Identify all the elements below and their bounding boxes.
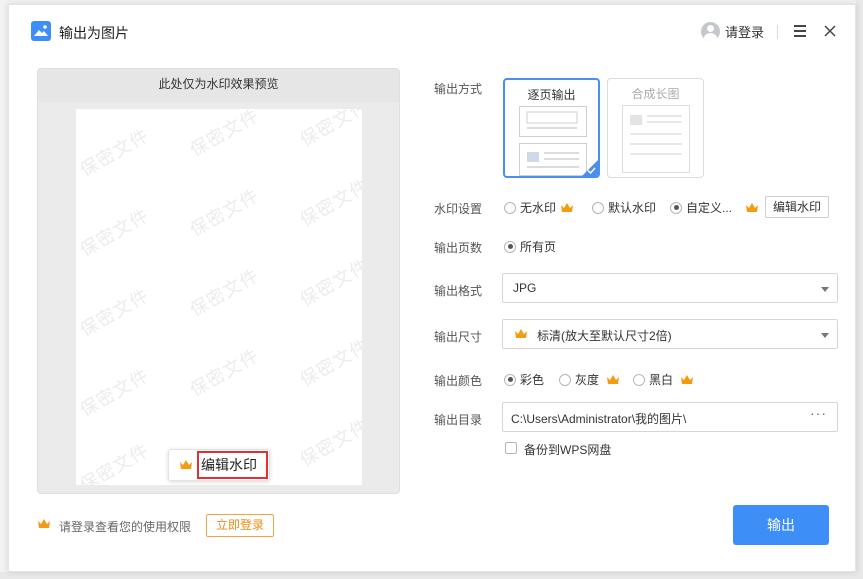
color-option-bw[interactable]: 黑白 xyxy=(633,371,694,388)
output-format-label: 输出格式 xyxy=(434,284,483,298)
output-mode-per-page-label: 逐页输出 xyxy=(527,88,576,102)
watermark-text: 保密文件 xyxy=(76,205,153,261)
watermark-option-default[interactable]: 默认水印 xyxy=(592,199,656,216)
output-size-value: 标清(放大至默认尺寸2倍) xyxy=(537,329,672,343)
permission-hint: 请登录查看您的使用权限 xyxy=(59,520,192,534)
login-label: 请登录 xyxy=(725,24,765,40)
output-mode-label: 输出方式 xyxy=(434,82,483,96)
backup-wps-checkbox[interactable] xyxy=(505,442,517,454)
image-app-icon xyxy=(31,21,51,41)
login-link[interactable]: 请登录 xyxy=(701,21,764,41)
output-size-label: 输出尺寸 xyxy=(434,330,483,344)
background-window-edge-bottom xyxy=(0,572,863,579)
color-option-gray[interactable]: 灰度 xyxy=(559,371,620,388)
crown-icon xyxy=(681,374,694,384)
radio-button-selected[interactable] xyxy=(504,373,516,386)
radio-button[interactable] xyxy=(559,373,571,386)
watermark-text: 保密文件 xyxy=(76,125,153,181)
watermark-text: 保密文件 xyxy=(76,440,153,485)
watermark-text: 保密文件 xyxy=(296,109,362,151)
edit-watermark-preview-label: 编辑水印 xyxy=(197,451,268,479)
output-directory-label: 输出目录 xyxy=(434,413,483,427)
radio-button-selected[interactable] xyxy=(670,201,682,214)
output-pages-label: 输出页数 xyxy=(434,241,483,255)
output-mode-per-page[interactable]: 逐页输出 xyxy=(503,78,600,178)
dropdown-caret-icon xyxy=(821,287,829,292)
output-size-select[interactable]: 标清(放大至默认尺寸2倍) xyxy=(502,319,838,349)
close-icon[interactable] xyxy=(822,23,838,39)
crown-icon xyxy=(515,329,527,338)
watermark-text: 保密文件 xyxy=(76,285,153,341)
long-image-illustration xyxy=(622,105,690,173)
watermark-text: 保密文件 xyxy=(296,335,362,391)
radio-button[interactable] xyxy=(633,373,645,386)
preview-header: 此处仅为水印效果预览 xyxy=(38,69,399,102)
preview-page: 保密文件 保密文件 保密文件 保密文件 保密文件 保密文件 保密文件 保密文件 … xyxy=(76,109,362,485)
crown-icon xyxy=(561,202,574,212)
export-image-dialog: 输出为图片 请登录 此处仅为水印效果预览 保密文件 保密文件 保密文件 保密文件… xyxy=(8,4,856,572)
watermark-text: 保密文件 xyxy=(186,345,263,401)
pages-option-all[interactable]: 所有页 xyxy=(504,238,556,255)
crown-icon xyxy=(38,519,50,528)
output-mode-long-image[interactable]: 合成长图 xyxy=(607,78,704,178)
crown-icon xyxy=(746,202,759,212)
radio-button[interactable] xyxy=(504,201,516,214)
edit-watermark-button[interactable]: 编辑水印 xyxy=(765,196,829,218)
watermark-text: 保密文件 xyxy=(76,365,153,421)
background-window-edge xyxy=(856,0,863,579)
output-directory-field[interactable]: C:\Users\Administrator\我的图片\ ··· xyxy=(502,402,838,432)
output-mode-long-image-label: 合成长图 xyxy=(631,87,680,101)
watermark-text: 保密文件 xyxy=(186,109,263,161)
edit-watermark-preview-button[interactable]: 编辑水印 xyxy=(168,449,270,481)
crown-icon xyxy=(607,374,620,384)
color-option-bw-label: 黑白 xyxy=(649,373,674,387)
output-directory-path: C:\Users\Administrator\我的图片\ xyxy=(511,412,687,426)
login-now-button[interactable]: 立即登录 xyxy=(206,514,274,537)
color-option-gray-label: 灰度 xyxy=(575,373,600,387)
titlebar-divider xyxy=(777,25,778,39)
watermark-setting-label: 水印设置 xyxy=(434,202,483,216)
watermark-option-none-label: 无水印 xyxy=(520,201,557,215)
menu-icon[interactable] xyxy=(794,25,808,37)
output-format-value: JPG xyxy=(513,281,537,295)
watermark-text: 保密文件 xyxy=(296,415,362,471)
export-button[interactable]: 输出 xyxy=(733,505,829,545)
watermark-option-custom[interactable]: 自定义... xyxy=(670,199,759,216)
radio-button[interactable] xyxy=(592,201,604,214)
browse-more-button[interactable]: ··· xyxy=(810,405,827,421)
check-icon xyxy=(587,167,596,174)
color-option-color[interactable]: 彩色 xyxy=(504,371,544,388)
watermark-text: 保密文件 xyxy=(296,255,362,311)
output-format-select[interactable]: JPG xyxy=(502,273,838,303)
output-color-label: 输出颜色 xyxy=(434,374,483,388)
dialog-title: 输出为图片 xyxy=(59,25,129,41)
dropdown-caret-icon xyxy=(821,333,829,338)
backup-wps-label: 备份到WPS网盘 xyxy=(524,443,612,457)
watermark-option-none[interactable]: 无水印 xyxy=(504,199,574,216)
pages-option-all-label: 所有页 xyxy=(520,240,557,254)
watermark-text: 保密文件 xyxy=(186,265,263,321)
watermark-text: 保密文件 xyxy=(296,175,362,231)
radio-button-selected[interactable] xyxy=(504,240,516,253)
watermark-option-custom-label: 自定义... xyxy=(686,201,733,215)
per-page-illustration xyxy=(519,106,587,176)
watermark-option-default-label: 默认水印 xyxy=(608,201,657,215)
color-option-color-label: 彩色 xyxy=(520,373,545,387)
watermark-text: 保密文件 xyxy=(186,185,263,241)
user-avatar-icon xyxy=(701,21,720,41)
watermark-preview-panel: 此处仅为水印效果预览 保密文件 保密文件 保密文件 保密文件 保密文件 保密文件… xyxy=(37,68,400,494)
crown-icon xyxy=(180,460,192,469)
